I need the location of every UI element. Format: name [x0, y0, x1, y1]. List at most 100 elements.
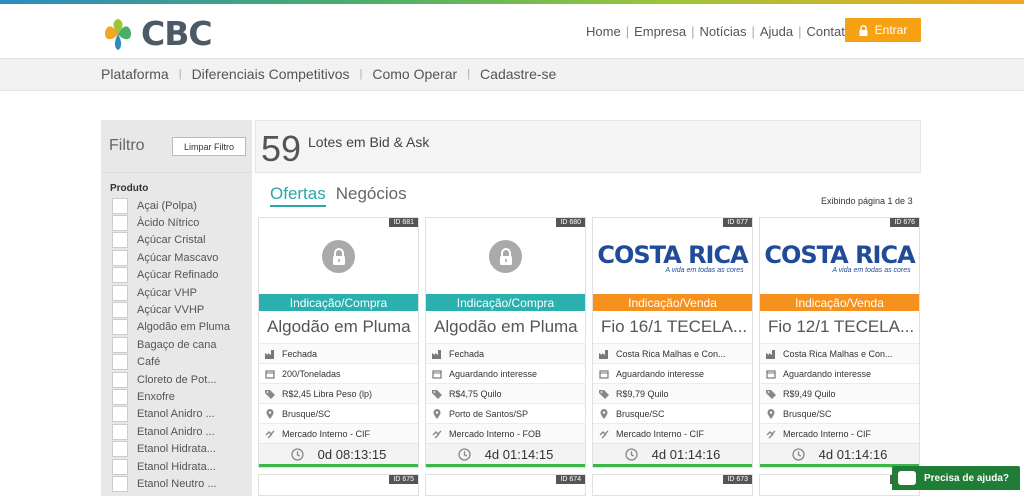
login-button[interactable]: Entrar	[845, 18, 921, 42]
product-filter-item[interactable]: Algodão em Pluma	[101, 319, 252, 336]
brand-logo[interactable]: CBC	[101, 14, 213, 53]
handshake-icon	[432, 430, 442, 438]
lot-quantity-row: Aguardando interesse	[760, 363, 919, 383]
lot-title[interactable]: Fio 12/1 TECELA...	[760, 311, 919, 343]
map-pin-icon	[266, 408, 274, 419]
lots-count: 59	[261, 128, 302, 169]
lot-title[interactable]: Fio 16/1 TECELA...	[593, 311, 752, 343]
clock-icon	[458, 448, 471, 461]
product-label: Açúcar VHP	[137, 286, 197, 299]
product-filter-item[interactable]: Enxofre	[101, 388, 252, 405]
subnav-separator: |	[467, 68, 471, 80]
subnav-diferenciais[interactable]: Diferenciais Competitivos	[192, 66, 350, 82]
product-checkbox[interactable]	[112, 388, 128, 405]
lot-card[interactable]: ID 675	[258, 474, 419, 496]
tab-negocios[interactable]: Negócios	[336, 184, 407, 207]
lot-location: Porto de Santos/SP	[449, 408, 529, 419]
product-filter-item[interactable]: Etanol Neutro ...	[101, 475, 252, 492]
tag-icon	[265, 389, 275, 399]
lot-market: Mercado Interno - CIF	[616, 428, 705, 439]
product-label: Bagaço de cana	[137, 338, 217, 351]
product-filter-item[interactable]: Etanol Hidrata...	[101, 458, 252, 475]
product-filter-item[interactable]: Café	[101, 354, 252, 371]
product-filter-item[interactable]: Açúcar Cristal	[101, 232, 252, 249]
logo-tagline: A vida em todas as cores	[665, 266, 744, 274]
box-icon	[766, 369, 776, 379]
nav-noticias[interactable]: Notícias	[700, 24, 747, 39]
subnav-plataforma[interactable]: Plataforma	[101, 66, 169, 82]
product-filter-item[interactable]: Etanol Anidro ...	[101, 406, 252, 423]
product-checkbox[interactable]	[112, 249, 128, 266]
product-checkbox[interactable]	[112, 354, 128, 371]
lot-price-row: R$9,49 Quilo	[760, 383, 919, 403]
lot-id-badge: ID 677	[723, 218, 752, 227]
product-checkbox[interactable]	[112, 284, 128, 301]
factory-icon	[265, 349, 274, 359]
product-checkbox[interactable]	[112, 458, 128, 475]
lot-card[interactable]: ID 677 COSTA RICA A vida em todas as cores…	[592, 217, 753, 468]
subnav-como-operar[interactable]: Como Operar	[372, 66, 457, 82]
lot-type-ribbon: Indicação/Venda	[593, 294, 752, 311]
product-checkbox[interactable]	[112, 267, 128, 284]
product-checkbox[interactable]	[112, 319, 128, 336]
lot-status: Costa Rica Malhas e Con...	[783, 348, 893, 359]
lot-quantity: Aguardando interesse	[616, 368, 705, 379]
lot-card[interactable]: ID 673	[592, 474, 753, 496]
lot-countdown: 0d 08:13:15	[317, 447, 387, 462]
product-filter-item[interactable]: Açúcar VHP	[101, 284, 252, 301]
help-chat-button[interactable]: Precisa de ajuda?	[892, 466, 1020, 490]
tag-icon	[432, 389, 442, 399]
lot-location-row: Brusque/SC	[593, 403, 752, 423]
tabs: Ofertas Negócios	[270, 184, 407, 207]
subnav-separator: |	[178, 68, 182, 80]
product-filter-item[interactable]: Etanol Anidro ...	[101, 423, 252, 440]
lot-market: Mercado Interno - FOB	[449, 428, 542, 439]
product-filter-item[interactable]: Açúcar Mascavo	[101, 249, 252, 266]
lot-card[interactable]: ID 676 COSTA RICA A vida em todas as cores…	[759, 217, 920, 468]
clear-filter-button[interactable]: Limpar Filtro	[172, 137, 246, 156]
lot-card[interactable]: ID 680 Indicação/Compra Algodão em Pluma Fe…	[425, 217, 586, 468]
product-checkbox[interactable]	[112, 423, 128, 440]
product-filter-item[interactable]: Cloreto de Pot...	[101, 371, 252, 388]
lot-type-ribbon: Indicação/Compra	[426, 294, 585, 311]
product-checkbox[interactable]	[112, 215, 128, 232]
nav-empresa[interactable]: Empresa	[634, 24, 686, 39]
lot-market-row: Mercado Interno - CIF	[259, 423, 418, 443]
lot-card[interactable]: ID 674	[425, 474, 586, 496]
tab-ofertas[interactable]: Ofertas	[270, 184, 326, 207]
product-checkbox[interactable]	[112, 302, 128, 319]
product-filter-item[interactable]: Açai (Polpa)	[101, 197, 252, 214]
product-checkbox[interactable]	[112, 232, 128, 249]
product-checkbox[interactable]	[112, 441, 128, 458]
subnav-cadastre-se[interactable]: Cadastre-se	[480, 66, 556, 82]
lot-status: Fechada	[449, 348, 485, 359]
product-checkbox[interactable]	[112, 197, 128, 214]
lot-status-row: Fechada	[426, 343, 585, 363]
page-info: Exibindo página 1 de 3	[821, 196, 913, 206]
product-label: Etanol Hidrata...	[137, 443, 216, 456]
lot-card[interactable]: ID 681 Indicação/Compra Algodão em Pluma Fe…	[258, 217, 419, 468]
product-checkbox[interactable]	[112, 371, 128, 388]
product-checkbox[interactable]	[112, 475, 128, 492]
lot-status: Costa Rica Malhas e Con...	[616, 348, 726, 359]
product-label: Algodão em Pluma	[137, 321, 230, 334]
lot-title[interactable]: Algodão em Pluma	[259, 311, 418, 343]
product-filter-item[interactable]: Açúcar VVHP	[101, 301, 252, 319]
nav-home[interactable]: Home	[586, 24, 621, 39]
factory-icon	[766, 349, 775, 359]
lot-title[interactable]: Algodão em Pluma	[426, 311, 585, 343]
product-filter-item[interactable]: Etanol Hidrata...	[101, 440, 252, 458]
product-checkbox[interactable]	[112, 406, 128, 423]
header: CBC Home | Empresa | Notícias | Ajuda | …	[0, 4, 1024, 58]
product-filter-item[interactable]: Açúcar Refinado	[101, 267, 252, 284]
nav-ajuda[interactable]: Ajuda	[760, 24, 793, 39]
lot-location: Brusque/SC	[783, 408, 832, 419]
product-label: Açúcar VVHP	[137, 304, 205, 317]
product-checkbox[interactable]	[112, 336, 128, 353]
lot-location: Brusque/SC	[282, 408, 331, 419]
lot-location-row: Brusque/SC	[760, 403, 919, 423]
logo-name: COSTA RICA	[764, 240, 915, 269]
product-filter-item[interactable]: Bagaço de cana	[101, 336, 252, 353]
clock-icon	[792, 448, 805, 461]
product-filter-item[interactable]: Àcido Nítrico	[101, 214, 252, 232]
